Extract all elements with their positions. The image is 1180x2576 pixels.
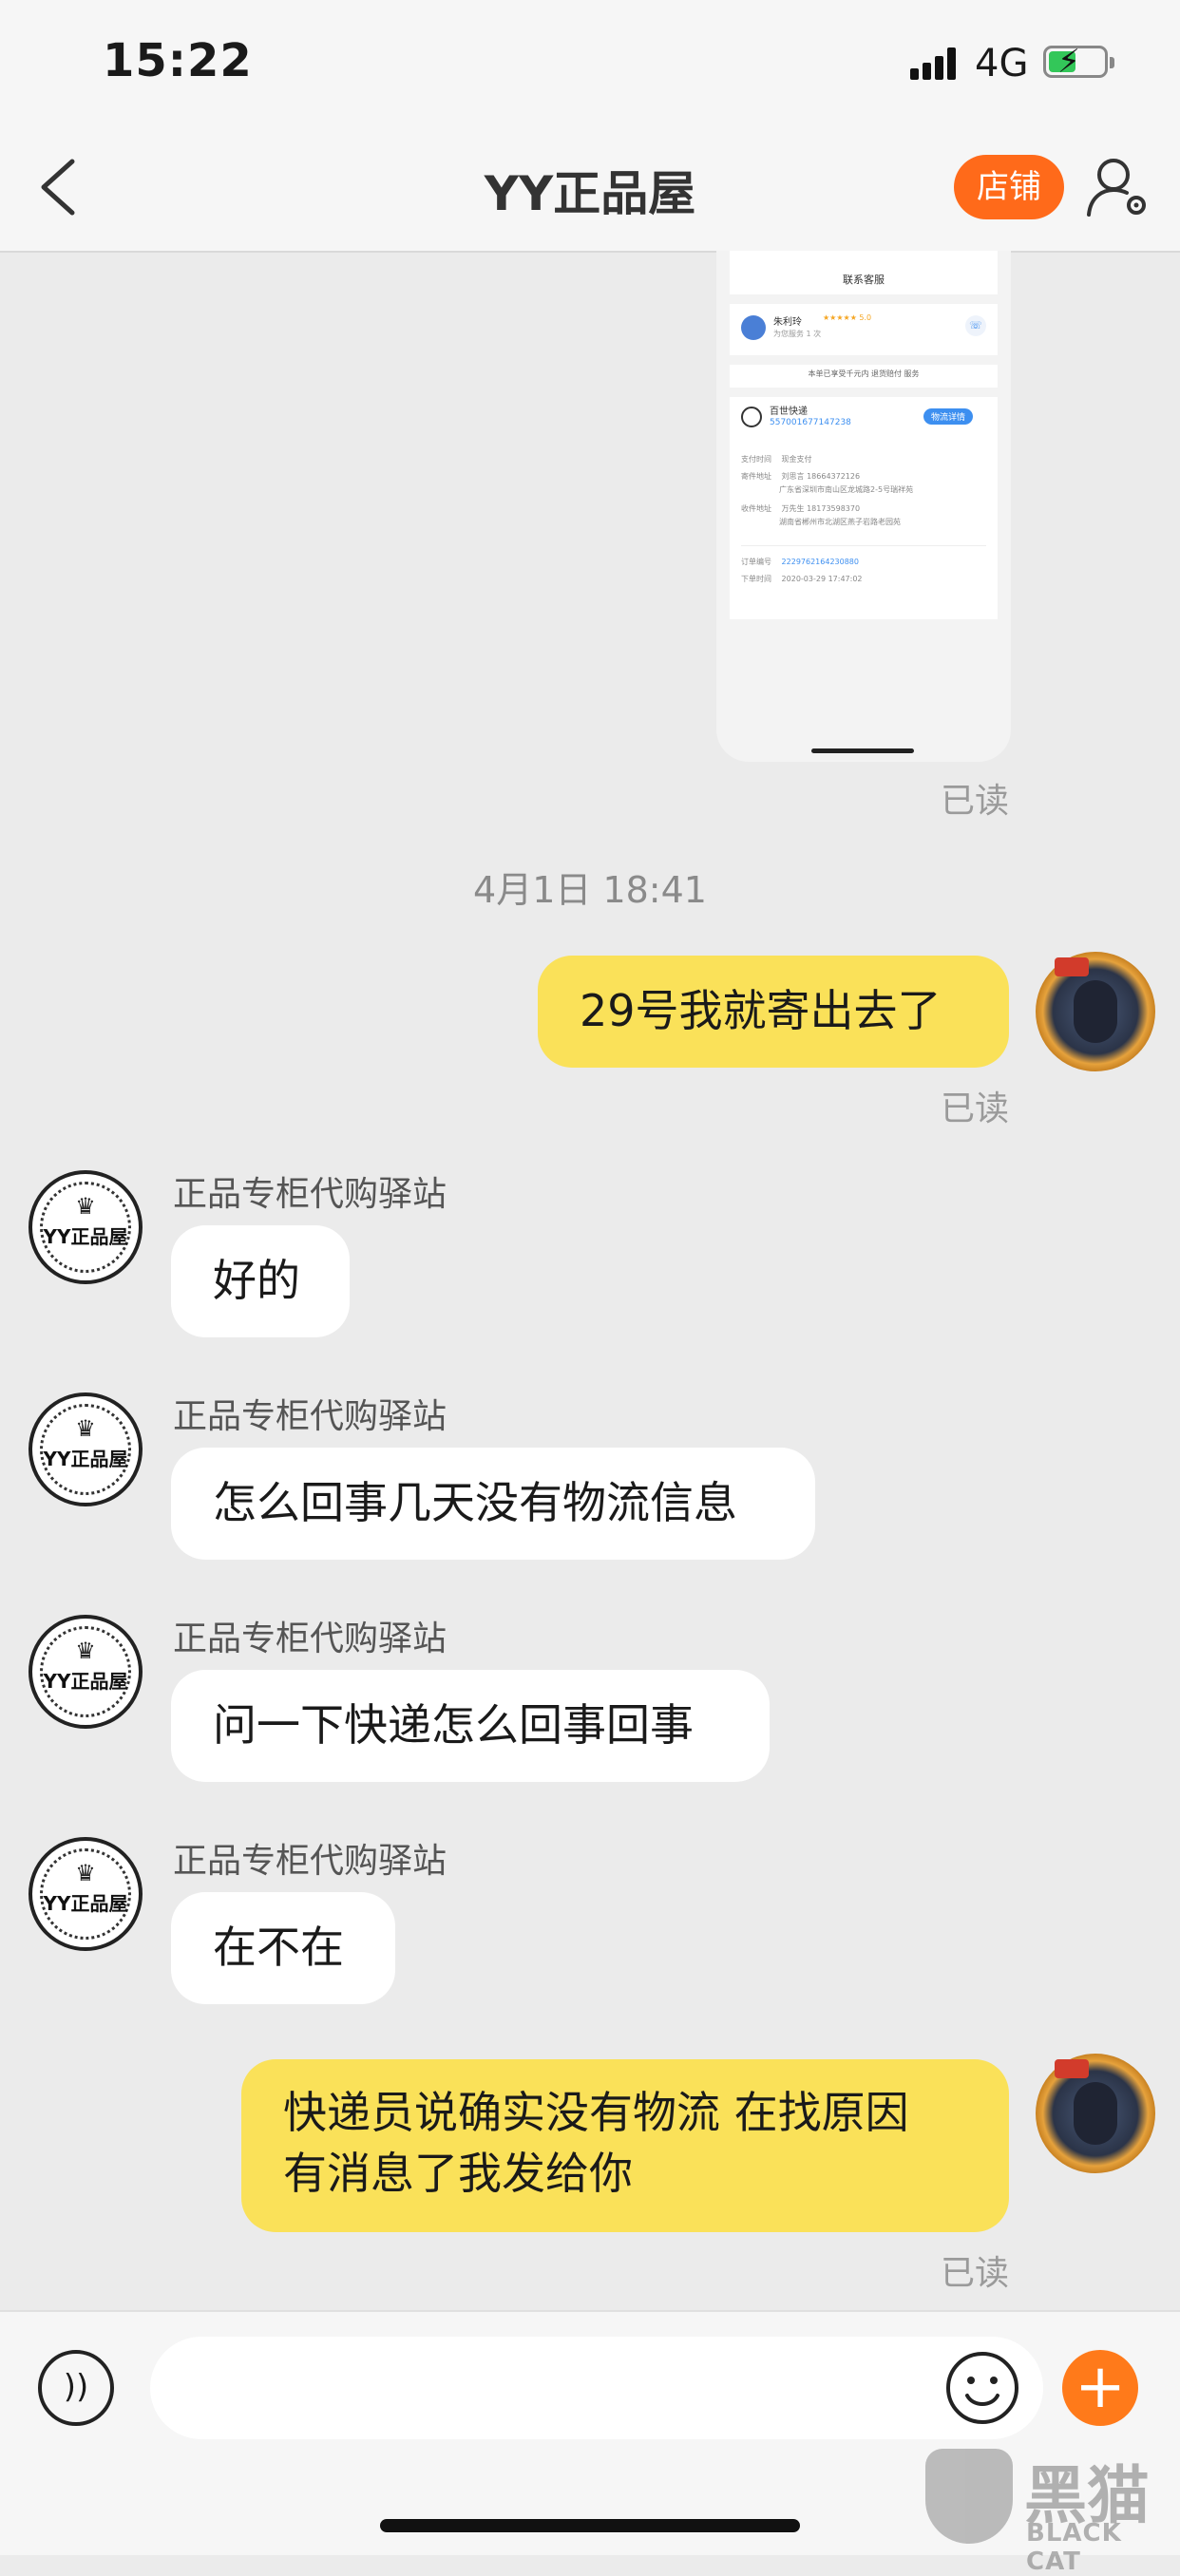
emoji-icon[interactable] <box>944 2350 1020 2426</box>
read-receipt: 已读 <box>941 1089 1010 1128</box>
status-time: 15:22 <box>103 34 253 87</box>
watermark-logo: 黑猫 BLACK CAT <box>920 2445 1176 2576</box>
courier-logo <box>741 407 762 427</box>
their-message-bubble[interactable]: 问一下快递怎么回事回事 <box>171 1670 770 1782</box>
sender-value: 刘思言 18664372126 <box>781 472 861 481</box>
order-card: ········· 联系客服 朱利玲 ★★★★★ 5.0 为您服务 1 次 ☏ … <box>730 251 998 619</box>
order-screenshot-image[interactable]: ········· 联系客服 朱利玲 ★★★★★ 5.0 为您服务 1 次 ☏ … <box>716 251 1011 762</box>
read-receipt: 已读 <box>941 2254 1010 2293</box>
pay-label: 支付时间 <box>741 455 771 464</box>
recv-addr: 湖南省郴州市北湖区燕子岩路老园苑 <box>779 518 901 526</box>
my-avatar[interactable] <box>1036 2054 1155 2173</box>
my-avatar[interactable] <box>1036 952 1155 1071</box>
recv-value: 万先生 18173598370 <box>781 504 861 513</box>
shop-avatar[interactable]: ♛ YY正品屋 <box>29 1837 143 1951</box>
user-settings-icon[interactable] <box>1085 154 1151 220</box>
card-home-indicator <box>811 748 914 753</box>
message-line: 有消息了我发给你 <box>283 2148 633 2199</box>
order-number: 2229762164230880 <box>781 558 859 566</box>
network-type: 4G <box>975 42 1029 85</box>
recv-label: 收件地址 <box>741 504 771 513</box>
pay-value: 现金支付 <box>781 455 812 464</box>
voice-icon[interactable]: )) <box>38 2350 114 2426</box>
my-message-bubble[interactable]: 快递员说确实没有物流 在找原因 有消息了我发给你 <box>241 2059 1009 2232</box>
shop-avatar[interactable]: ♛ YY正品屋 <box>29 1170 143 1284</box>
agent-name: 朱利玲 <box>773 317 802 328</box>
agent-sub: 为您服务 1 次 <box>773 330 822 338</box>
courier-name: 百世快递 <box>770 407 808 417</box>
sender-addr: 广东省深圳市南山区龙城路2-5号瑞祥苑 <box>779 485 914 494</box>
track-detail-button: 物流详情 <box>923 408 973 425</box>
battery-icon: ⚡ <box>1043 43 1114 81</box>
their-message-bubble[interactable]: 好的 <box>171 1225 350 1337</box>
agent-rating: ★★★★★ 5.0 <box>823 313 872 322</box>
their-message-bubble[interactable]: 在不在 <box>171 1892 395 2004</box>
read-receipt: 已读 <box>941 782 1010 821</box>
agent-avatar <box>741 315 766 340</box>
order-label: 订单编号 <box>741 558 771 566</box>
signal-icon <box>910 47 960 80</box>
shop-avatar[interactable]: ♛ YY正品屋 <box>29 1392 143 1506</box>
sender-name: 正品专柜代购驿站 <box>173 1175 447 1214</box>
card-insurance: 本单已享受千元内 退货赔付 服务 <box>808 369 920 378</box>
plus-icon[interactable]: + <box>1062 2350 1138 2426</box>
sender-label: 寄件地址 <box>741 472 771 481</box>
card-contact-label: 联系客服 <box>843 274 885 286</box>
my-message-bubble[interactable]: 29号我就寄出去了 <box>538 956 1009 1068</box>
message-input[interactable] <box>150 2337 1043 2439</box>
watermark-en: BLACK CAT <box>1026 2519 1122 2576</box>
order-time: 2020-03-29 17:47:02 <box>781 575 863 583</box>
message-timestamp: 4月1日 18:41 <box>473 869 707 911</box>
sender-name: 正品专柜代购驿站 <box>173 1619 447 1658</box>
cat-shield-icon <box>925 2449 1013 2544</box>
phone-icon: ☏ <box>965 315 986 336</box>
message-line: 快递员说确实没有物流 在找原因 <box>283 2087 909 2138</box>
their-message-bubble[interactable]: 怎么回事几天没有物流信息 <box>171 1448 815 1560</box>
home-indicator <box>380 2519 800 2532</box>
order-time-label: 下单时间 <box>741 575 771 583</box>
sender-name: 正品专柜代购驿站 <box>173 1397 447 1436</box>
top-bar: 15:22 4G ⚡ YY正品屋 店铺 <box>0 0 1180 253</box>
sender-name: 正品专柜代购驿站 <box>173 1842 447 1881</box>
shop-button[interactable]: 店铺 <box>954 155 1064 219</box>
tracking-number: 557001677147238 <box>770 418 851 427</box>
shop-avatar[interactable]: ♛ YY正品屋 <box>29 1615 143 1729</box>
